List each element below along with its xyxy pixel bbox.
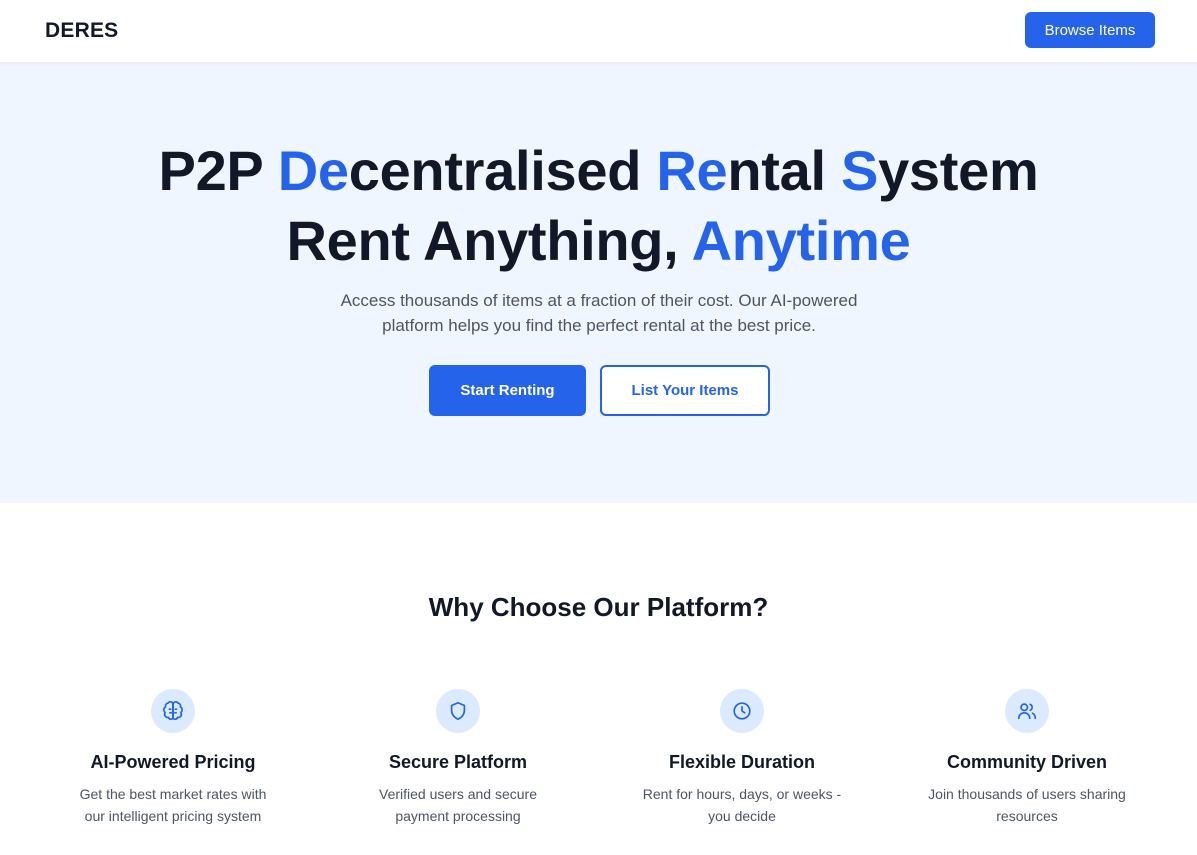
brand-logo[interactable]: DERES <box>45 19 118 43</box>
feature-community-driven: Community Driven Join thousands of users… <box>907 689 1147 827</box>
hero-title-rent-anything: Rent Anything, <box>286 209 692 272</box>
shield-icon <box>436 689 480 733</box>
start-renting-button[interactable]: Start Renting <box>429 365 586 416</box>
hero-title-ntal: ntal <box>727 139 842 202</box>
feature-description: Rent for hours, days, or weeks - you dec… <box>642 786 842 824</box>
hero-title-line2: Rent Anything, Anytime <box>0 206 1197 276</box>
feature-flexible-duration: Flexible Duration Rent for hours, days, … <box>622 689 862 827</box>
feature-title: Flexible Duration <box>668 752 816 772</box>
hero-title-anytime: Anytime <box>691 209 911 272</box>
hero-title-line1: P2P Decentralised Rental System <box>0 136 1197 206</box>
users-icon <box>1005 689 1049 733</box>
feature-ai-pricing: AI-Powered Pricing Get the best market r… <box>53 689 293 827</box>
feature-title: Secure Platform <box>388 752 528 772</box>
top-navbar: DERES Browse Items <box>0 0 1197 63</box>
hero-title-re: Re <box>656 139 728 202</box>
hero-title-ystem: ystem <box>878 139 1039 202</box>
list-your-items-button[interactable]: List Your Items <box>600 365 770 416</box>
features-title: Why Choose Our Platform? <box>428 592 769 622</box>
hero-title-s: S <box>841 139 879 202</box>
brain-icon <box>151 689 195 733</box>
hero-title-p2p: P2P <box>158 139 278 202</box>
feature-description: Verified users and secure payment proces… <box>379 786 537 824</box>
feature-secure-platform: Secure Platform Verified users and secur… <box>338 689 578 827</box>
hero-title-centralised: centralised <box>348 139 657 202</box>
feature-title: Community Driven <box>946 752 1108 772</box>
hero-section: P2P Decentralised Rental System Rent Any… <box>0 63 1197 503</box>
feature-description: Get the best market rates with our intel… <box>79 786 267 824</box>
hero-subtitle: Access thousands of items at a fraction … <box>340 291 858 335</box>
hero-title-de: De <box>277 139 349 202</box>
browse-items-button[interactable]: Browse Items <box>1025 12 1155 48</box>
feature-description: Join thousands of users sharing resource… <box>928 786 1126 824</box>
feature-title: AI-Powered Pricing <box>90 752 256 772</box>
clock-icon <box>720 689 764 733</box>
